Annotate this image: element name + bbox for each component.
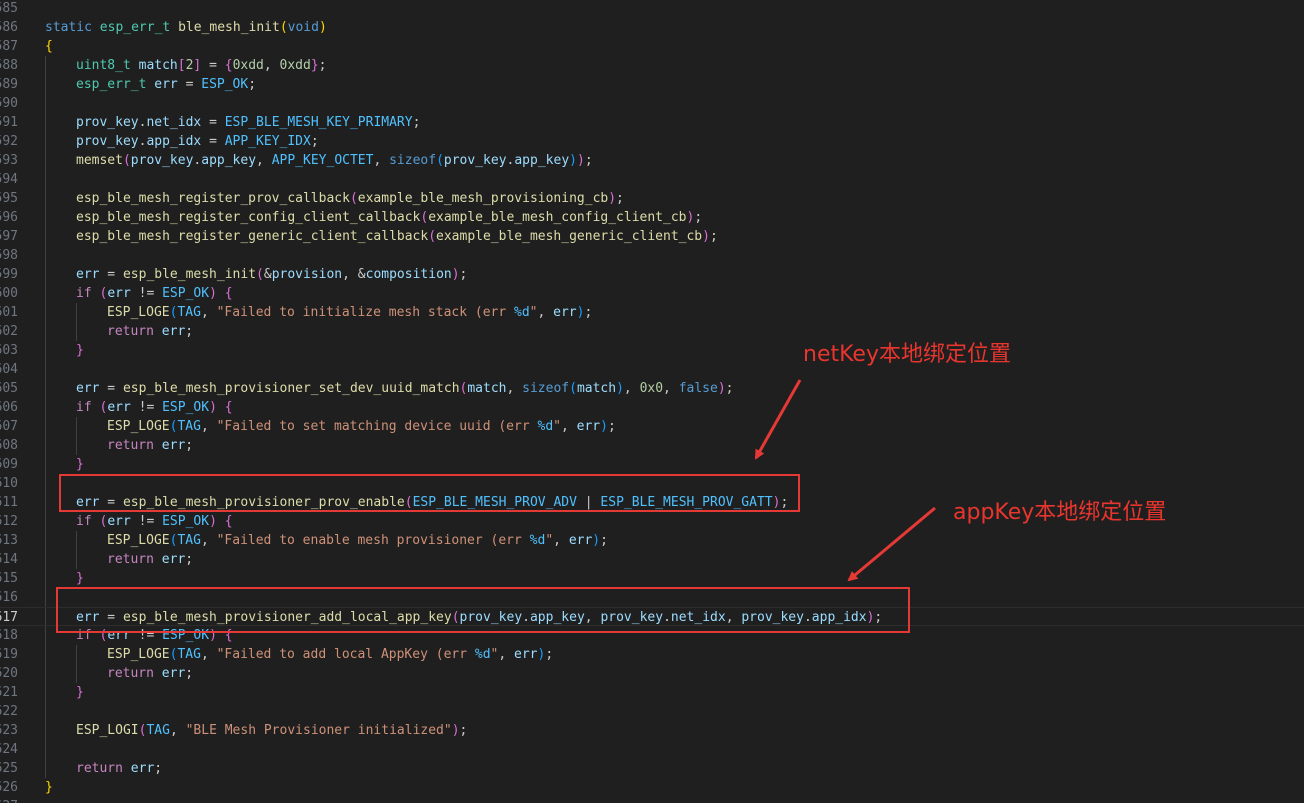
annotation-arrows	[754, 379, 936, 582]
appkey-arrow	[847, 506, 936, 582]
code-editor[interactable]: 585586static esp_err_t ble_mesh_init(voi…	[0, 0, 1304, 803]
appkey-annotation-label: appKey本地绑定位置	[953, 500, 1167, 525]
netkey-arrow	[754, 379, 802, 460]
netkey-annotation-label: netKey本地绑定位置	[803, 342, 1011, 367]
